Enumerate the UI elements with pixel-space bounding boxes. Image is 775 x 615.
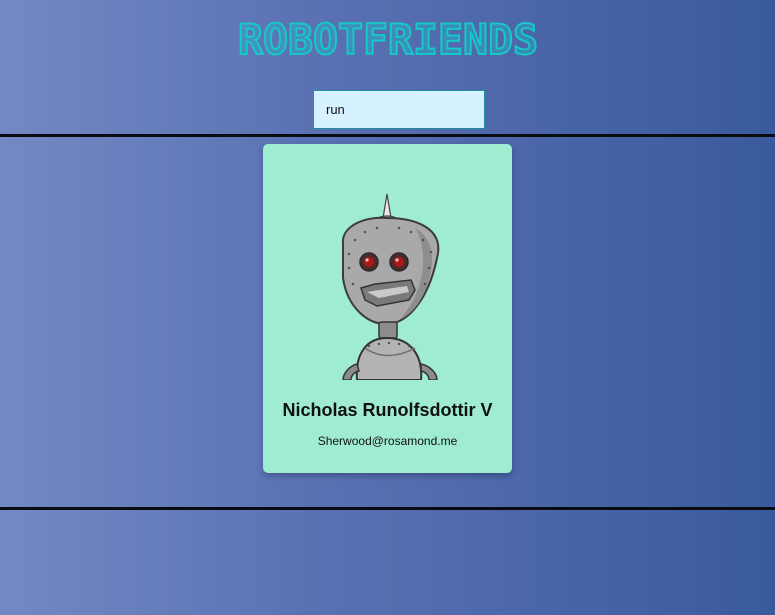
robot-name: Nicholas Runolfsdottir V [282, 400, 493, 420]
search-input[interactable] [313, 90, 485, 129]
app-title: ROBOTFRIENDS ROBOTFRIENDS [0, 14, 775, 62]
app-title-fill: ROBOTFRIENDS [238, 15, 538, 62]
app-title-logo: ROBOTFRIENDS ROBOTFRIENDS [237, 14, 539, 62]
scroll-bottom-border [0, 507, 775, 510]
card-list-scroll-region[interactable]: Nicholas Runolfsdottir V Sherwood@rosamo… [0, 137, 775, 507]
robot-card[interactable]: Nicholas Runolfsdottir V Sherwood@rosamo… [263, 144, 512, 473]
robot-email: Sherwood@rosamond.me [317, 434, 458, 448]
robot-avatar-icon [341, 193, 440, 380]
